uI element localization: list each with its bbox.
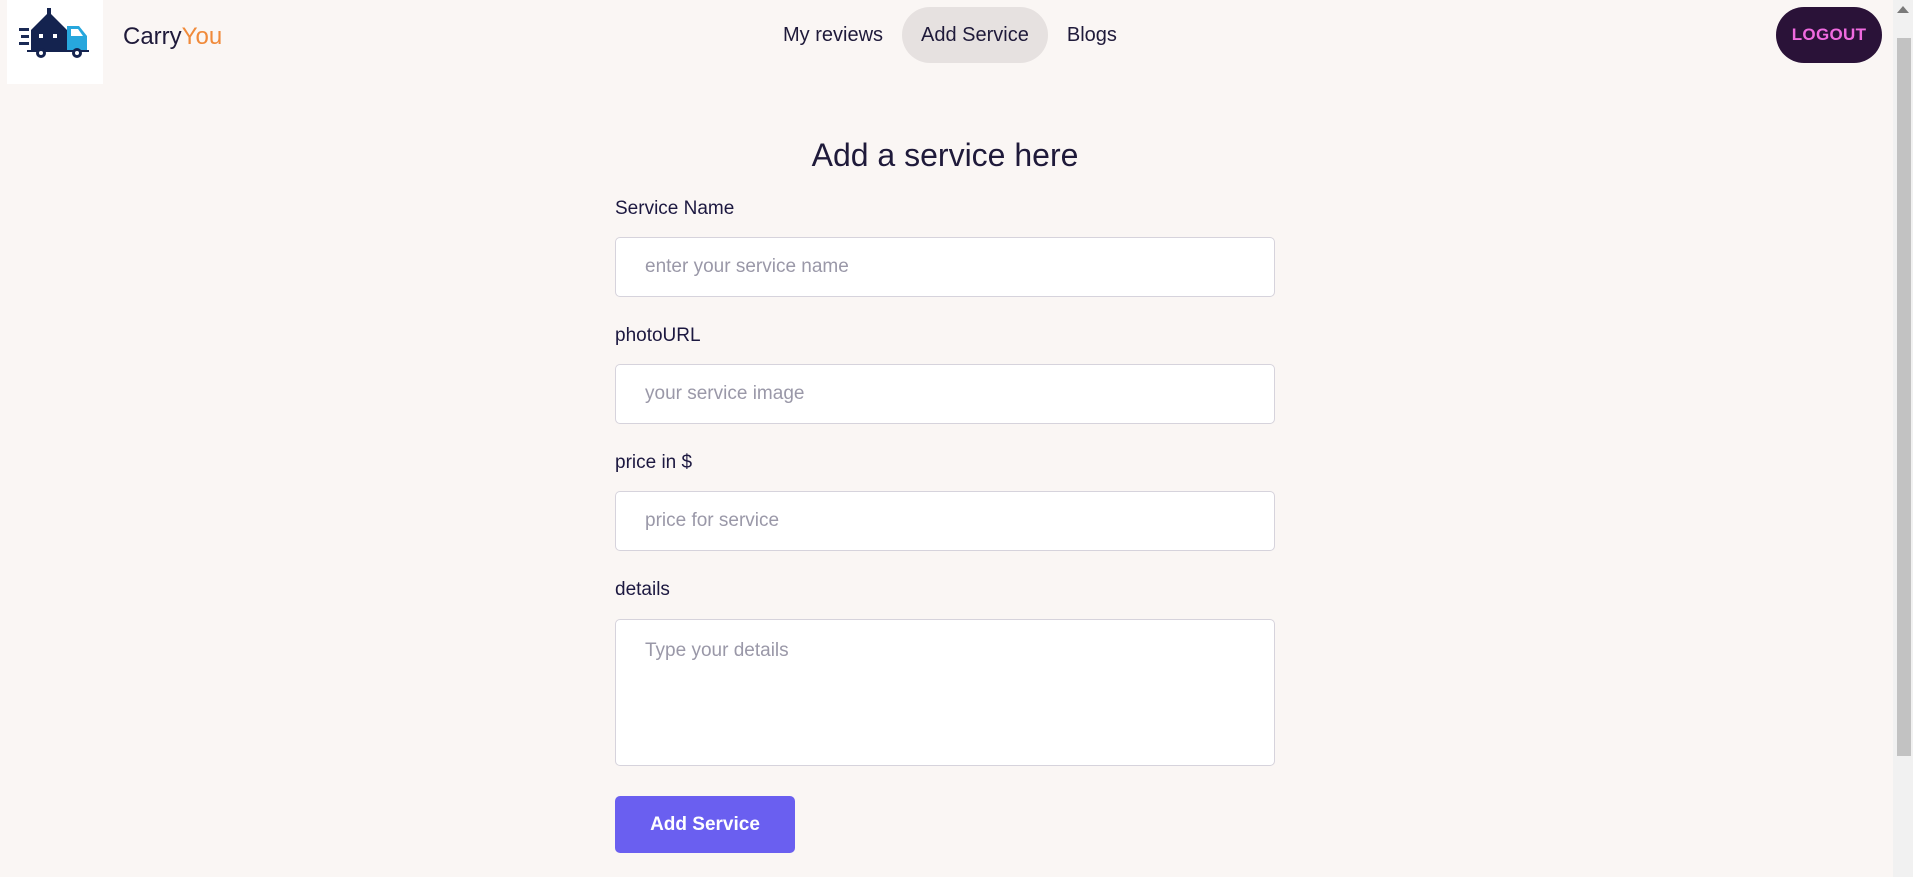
nav-item-add-service[interactable]: Add Service [902, 7, 1048, 63]
price-label: price in $ [615, 452, 693, 473]
service-name-label: Service Name [615, 198, 735, 219]
brand-name[interactable]: CarryYou [123, 22, 222, 52]
photo-url-label: photoURL [615, 325, 701, 346]
page-title: Add a service here [811, 137, 1079, 173]
logout-button[interactable]: LOGOUT [1776, 7, 1882, 63]
scrollbar-thumb[interactable] [1897, 38, 1911, 756]
scroll-up-arrow-icon[interactable] [1897, 6, 1909, 13]
nav-item-my-reviews[interactable]: My reviews [764, 7, 902, 63]
details-textarea[interactable] [615, 619, 1275, 766]
vertical-scrollbar[interactable] [1893, 0, 1913, 877]
details-label: details [615, 579, 670, 600]
service-name-input[interactable] [615, 237, 1275, 297]
photo-url-input[interactable] [615, 364, 1275, 424]
logo[interactable] [7, 0, 103, 84]
add-service-button[interactable]: Add Service [615, 796, 795, 853]
moving-truck-house-icon [19, 8, 89, 58]
brand-name-part2: You [181, 23, 223, 50]
page: CarryYou My reviews Add Service Blogs LO… [0, 0, 1913, 877]
main-nav: My reviews Add Service Blogs [764, 7, 1136, 63]
brand-name-part1: Carry [123, 23, 182, 50]
header: CarryYou My reviews Add Service Blogs LO… [0, 0, 1893, 85]
price-input[interactable] [615, 491, 1275, 551]
nav-item-blogs[interactable]: Blogs [1048, 7, 1136, 63]
